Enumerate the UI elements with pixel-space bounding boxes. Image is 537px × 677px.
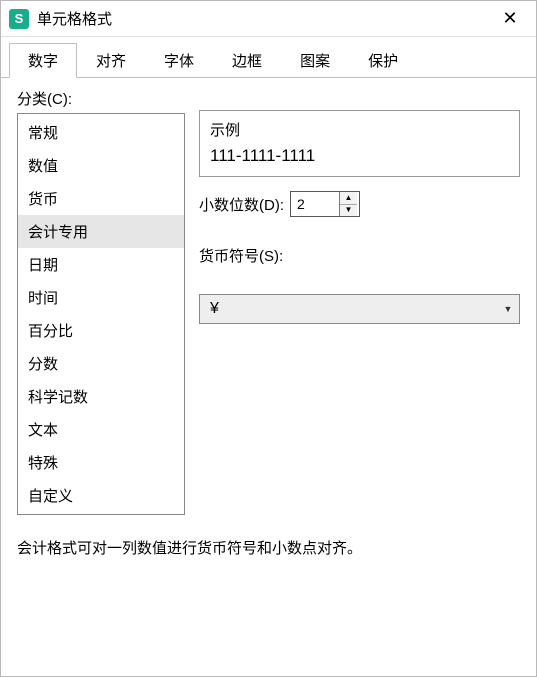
category-item[interactable]: 会计专用 (18, 215, 184, 248)
tab-4[interactable]: 图案 (281, 43, 349, 78)
category-label: 分类(C): (17, 88, 185, 109)
tab-2[interactable]: 字体 (145, 43, 213, 78)
category-item[interactable]: 数值 (18, 149, 184, 182)
example-label: 示例 (210, 119, 509, 140)
category-item[interactable]: 日期 (18, 248, 184, 281)
category-item[interactable]: 科学记数 (18, 380, 184, 413)
currency-select-value: ¥ (200, 300, 497, 318)
decimal-input[interactable] (291, 192, 339, 216)
description-text: 会计格式可对一列数值进行货币符号和小数点对齐。 (17, 537, 520, 558)
category-item[interactable]: 文本 (18, 413, 184, 446)
currency-select[interactable]: ¥ ▼ (199, 294, 520, 324)
category-item[interactable]: 自定义 (18, 479, 184, 512)
tab-5[interactable]: 保护 (349, 43, 417, 78)
category-item[interactable]: 分数 (18, 347, 184, 380)
cell-format-dialog: S 单元格格式 ✕ 数字对齐字体边框图案保护 分类(C): 常规数值货币会计专用… (0, 0, 537, 677)
category-item[interactable]: 常规 (18, 116, 184, 149)
category-item[interactable]: 货币 (18, 182, 184, 215)
category-item[interactable]: 特殊 (18, 446, 184, 479)
spinner-up-button[interactable]: ▲ (340, 192, 357, 205)
example-box: 示例 111-1111-1111 (199, 110, 520, 177)
category-item[interactable]: 时间 (18, 281, 184, 314)
category-list[interactable]: 常规数值货币会计专用日期时间百分比分数科学记数文本特殊自定义 (17, 113, 185, 515)
app-icon: S (9, 9, 29, 29)
tab-0[interactable]: 数字 (9, 43, 77, 78)
tab-3[interactable]: 边框 (213, 43, 281, 78)
currency-label: 货币符号(S): (199, 245, 520, 266)
titlebar: S 单元格格式 ✕ (1, 1, 536, 37)
tab-1[interactable]: 对齐 (77, 43, 145, 78)
content: 分类(C): 常规数值货币会计专用日期时间百分比分数科学记数文本特殊自定义 示例… (1, 78, 536, 676)
spinner-down-button[interactable]: ▼ (340, 205, 357, 217)
decimal-label: 小数位数(D): (199, 194, 284, 215)
window-title: 单元格格式 (37, 8, 490, 29)
decimal-spinner[interactable]: ▲ ▼ (290, 191, 360, 217)
decimal-row: 小数位数(D): ▲ ▼ (199, 191, 520, 217)
category-item[interactable]: 百分比 (18, 314, 184, 347)
tabs: 数字对齐字体边框图案保护 (1, 37, 536, 78)
close-button[interactable]: ✕ (490, 4, 530, 34)
chevron-down-icon: ▼ (497, 304, 519, 314)
example-value: 111-1111-1111 (210, 146, 509, 166)
close-icon: ✕ (502, 8, 517, 29)
